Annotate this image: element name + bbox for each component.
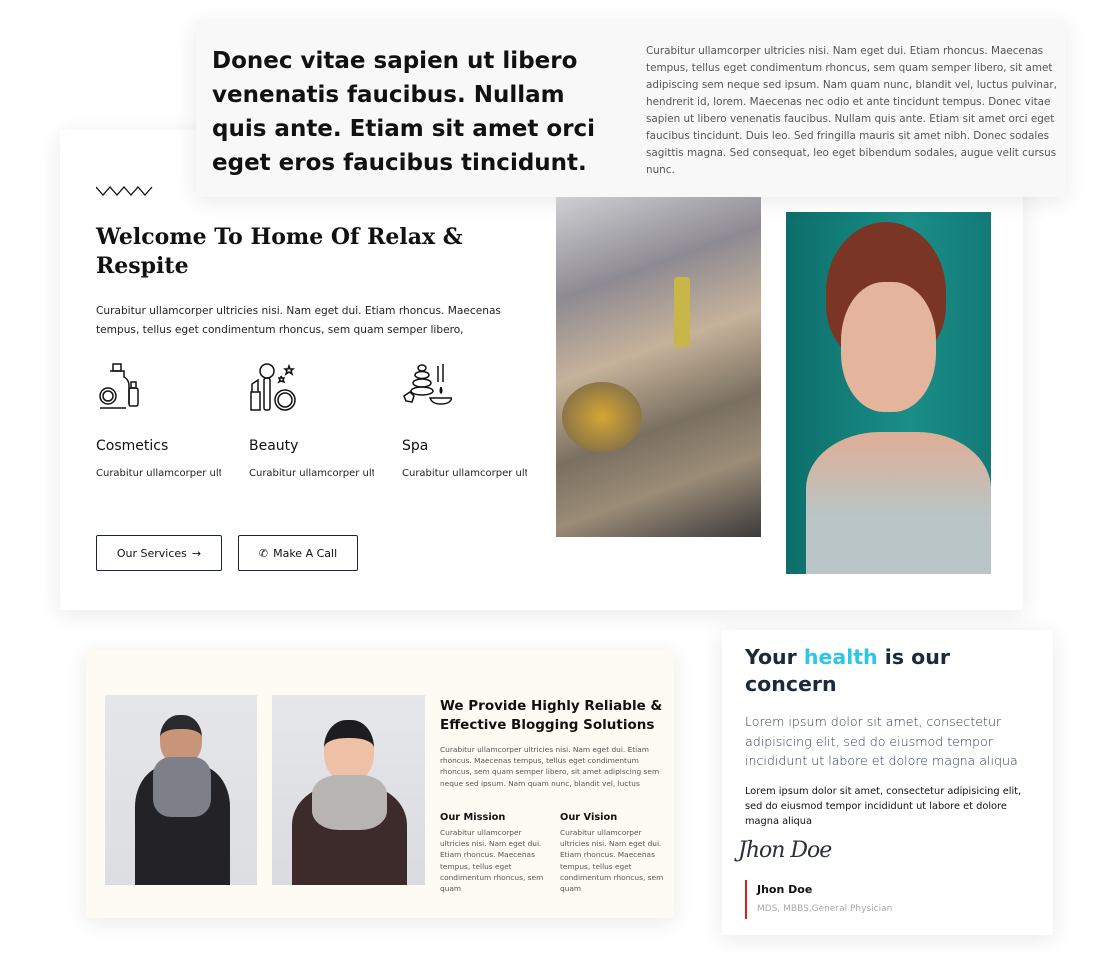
man-photo xyxy=(105,695,257,885)
blog-text: Curabitur ullamcorper ultricies nisi. Na… xyxy=(440,745,660,788)
mission-text: Curabitur ullamcorper ultricies nisi. Na… xyxy=(440,828,544,894)
blog-card: We Provide Highly Reliable & Effective B… xyxy=(86,650,674,918)
health-card: Your health is our concern Lorem ipsum d… xyxy=(722,630,1053,935)
signature: Jhon Doe xyxy=(738,838,832,863)
health-lead: Lorem ipsum dolor sit amet, consectetur … xyxy=(745,714,1018,768)
service-cosmetics: Cosmetics Curabitur ullamcorper ultricie… xyxy=(96,362,236,479)
mission-title: Our Mission xyxy=(440,812,506,823)
welcome-intro: Curabitur ullamcorper ultricies nisi. Na… xyxy=(96,305,501,336)
woman-portrait-photo xyxy=(786,212,991,574)
our-services-button[interactable]: Our Services → xyxy=(96,535,222,571)
service-desc: Curabitur ullamcorper ultricies nisi. Na… xyxy=(249,468,374,479)
service-title: Beauty xyxy=(249,438,299,454)
arrow-right-icon: → xyxy=(191,546,202,560)
vision-title: Our Vision xyxy=(560,812,618,823)
zigzag-decoration-icon xyxy=(96,186,153,196)
make-a-call-button[interactable]: ✆ Make A Call xyxy=(238,535,358,571)
woman-photo xyxy=(272,695,425,885)
quote-paragraph: Curabitur ullamcorper ultricies nisi. Na… xyxy=(646,45,1058,176)
spa-icon xyxy=(403,364,454,405)
beauty-icon xyxy=(250,363,296,411)
doctor-name: Jhon Doe xyxy=(757,883,813,896)
welcome-heading: Welcome To Home Of Relax & Respite xyxy=(96,224,463,279)
blog-heading: We Provide Highly Reliable & Effective B… xyxy=(440,698,663,733)
service-desc: Curabitur ullamcorper ultricies nisi. Na… xyxy=(96,468,221,479)
vision-text: Curabitur ullamcorper ultricies nisi. Na… xyxy=(560,828,664,894)
service-desc: Curabitur ullamcorper ultricies nisi. Na… xyxy=(402,468,527,479)
service-spa: Spa Curabitur ullamcorper ultricies nisi… xyxy=(402,362,542,479)
service-title: Cosmetics xyxy=(96,438,169,454)
cosmetics-icon xyxy=(99,363,139,409)
quote-heading: Donec vitae sapien ut libero venenatis f… xyxy=(212,48,596,176)
health-body: Lorem ipsum dolor sit amet, consectetur … xyxy=(745,786,1022,827)
service-title: Spa xyxy=(402,438,429,454)
service-beauty: Beauty Curabitur ullamcorper ultricies n… xyxy=(249,362,389,479)
intro-quote-card: Donec vitae sapien ut libero venenatis f… xyxy=(196,20,1066,197)
doctor-role: MDS, MBBS,General Physician xyxy=(757,904,893,914)
spa-products-photo xyxy=(556,197,761,537)
phone-icon: ✆ xyxy=(258,546,269,560)
accent-bar xyxy=(745,880,747,919)
health-heading: Your health is our concern xyxy=(745,645,950,696)
